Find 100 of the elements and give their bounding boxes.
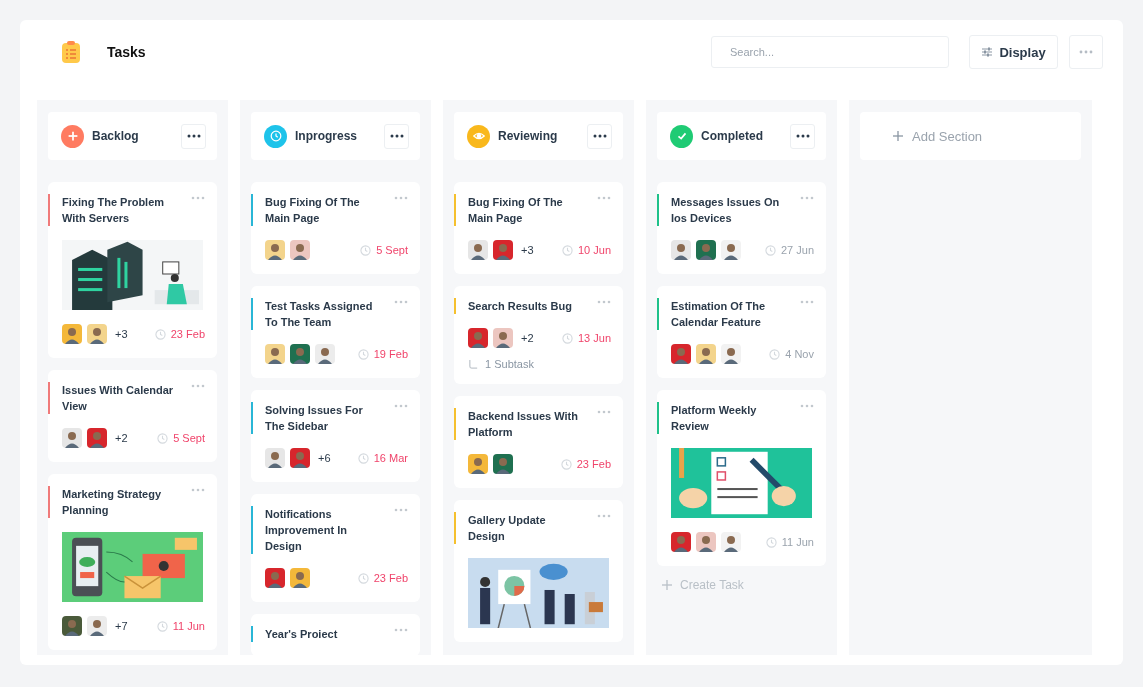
task-title: Bug Fixing Of The Main Page bbox=[468, 195, 564, 226]
task-title: Bug Fixing Of The Main Page bbox=[265, 195, 361, 226]
accent-bar bbox=[657, 298, 659, 330]
more-icon[interactable] bbox=[597, 300, 611, 304]
task-title: Backend Issues With Platform bbox=[468, 409, 579, 440]
more-icon[interactable] bbox=[394, 404, 408, 408]
more-icon[interactable] bbox=[597, 196, 611, 200]
more-icon[interactable] bbox=[394, 196, 408, 200]
task-title: Messages Issues On Ios Devices bbox=[671, 195, 781, 226]
accent-bar bbox=[251, 194, 253, 226]
accent-bar bbox=[251, 506, 253, 554]
accent-bar bbox=[251, 402, 253, 434]
status-icon bbox=[467, 124, 490, 148]
due-date: 27 Jun bbox=[780, 244, 814, 256]
more-icon bbox=[795, 134, 810, 138]
more-icon[interactable] bbox=[191, 196, 205, 200]
more-button[interactable] bbox=[181, 123, 206, 149]
due-date: 11 Jun bbox=[781, 536, 814, 548]
task-card[interactable]: Bug Fixing Of The Main Page +3 10 Jun bbox=[454, 182, 623, 274]
more-icon[interactable] bbox=[394, 508, 408, 512]
clock-icon bbox=[357, 572, 369, 584]
task-title: Estimation Of The Calendar Feature bbox=[671, 299, 767, 330]
task-card[interactable]: Year's Proiect bbox=[251, 614, 420, 655]
task-card[interactable]: Bug Fixing Of The Main Page 5 Sept bbox=[251, 182, 420, 274]
more-button[interactable] bbox=[587, 123, 612, 149]
accent-bar bbox=[454, 512, 456, 544]
clock-icon bbox=[154, 328, 166, 340]
status-icon bbox=[61, 124, 84, 148]
more-icon[interactable] bbox=[800, 404, 814, 408]
clipboard-icon bbox=[61, 40, 81, 64]
more-icon[interactable] bbox=[394, 300, 408, 304]
accent-bar bbox=[454, 194, 456, 226]
clock-icon bbox=[560, 458, 572, 470]
more-icon bbox=[389, 134, 404, 138]
more-icon[interactable] bbox=[597, 410, 611, 414]
task-title: Notifications Improvement In Design bbox=[265, 507, 348, 554]
task-card[interactable]: Solving Issues For The Sidebar +6 16 Mar bbox=[251, 390, 420, 482]
due-date: 23 Feb bbox=[576, 458, 611, 470]
due-date: 11 Jun bbox=[172, 620, 205, 632]
accent-bar bbox=[48, 486, 50, 518]
task-title: Solving Issues For The Sidebar bbox=[265, 403, 364, 434]
search-field[interactable]: Search... bbox=[711, 36, 949, 68]
more-icon bbox=[592, 134, 607, 138]
task-card[interactable]: Test Tasks Assigned To The Team 19 Feb bbox=[251, 286, 420, 378]
due-date: 4 Nov bbox=[785, 348, 814, 360]
task-title: Year's Proiect bbox=[265, 627, 339, 642]
accent-bar bbox=[251, 298, 253, 330]
subtask-icon bbox=[468, 358, 479, 370]
extra-count: +2 bbox=[115, 432, 128, 444]
task-card[interactable]: Search Results Bug +2 13 Jun 1 Subtask bbox=[454, 286, 623, 384]
task-card[interactable]: Marketing Strategy Planning +7 11 Jun bbox=[48, 474, 217, 650]
plus-icon bbox=[661, 579, 673, 591]
extra-count: +3 bbox=[521, 244, 534, 256]
extra-count: +2 bbox=[521, 332, 534, 344]
task-card[interactable]: Messages Issues On Ios Devices 27 Jun bbox=[657, 182, 826, 274]
clock-icon bbox=[360, 244, 372, 256]
more-icon[interactable] bbox=[191, 384, 205, 388]
more-icon bbox=[1079, 50, 1093, 54]
subtask-count: 1 Subtask bbox=[485, 358, 534, 370]
more-icon[interactable] bbox=[191, 488, 205, 492]
accent-bar bbox=[657, 194, 659, 226]
due-date: 23 Feb bbox=[170, 328, 205, 340]
extra-count: +7 bbox=[115, 620, 128, 632]
accent-bar bbox=[48, 194, 50, 226]
display-button[interactable]: Display bbox=[969, 35, 1058, 69]
task-card[interactable]: Gallery Update Design bbox=[454, 500, 623, 642]
status-icon bbox=[264, 124, 287, 148]
task-card[interactable]: Platform Weekly Review 11 Jun bbox=[657, 390, 826, 566]
section-title: Backlog bbox=[92, 129, 140, 143]
accent-bar bbox=[454, 298, 456, 314]
task-card[interactable]: Estimation Of The Calendar Feature 4 Nov bbox=[657, 286, 826, 378]
task-card[interactable]: Fixing The Problem With Servers +3 23 Feb bbox=[48, 182, 217, 358]
more-button[interactable] bbox=[1069, 35, 1103, 69]
more-icon[interactable] bbox=[597, 514, 611, 518]
due-date: 5 Sept bbox=[173, 432, 205, 444]
more-button[interactable] bbox=[384, 123, 409, 149]
task-title: Gallery Update Design bbox=[468, 513, 547, 544]
more-icon[interactable] bbox=[394, 628, 408, 632]
task-title: Search Results Bug bbox=[468, 299, 573, 314]
extra-count: +3 bbox=[115, 328, 128, 340]
more-icon[interactable] bbox=[800, 196, 814, 200]
task-card[interactable]: Backend Issues With Platform 23 Feb bbox=[454, 396, 623, 488]
due-date: 23 Feb bbox=[373, 572, 408, 584]
clock-icon bbox=[561, 244, 573, 256]
page-title: Tasks bbox=[107, 44, 146, 60]
extra-count: +6 bbox=[318, 452, 331, 464]
clock-icon bbox=[156, 620, 168, 632]
clock-icon bbox=[764, 244, 776, 256]
due-date: 16 Mar bbox=[373, 452, 408, 464]
due-date: 13 Jun bbox=[577, 332, 611, 344]
more-icon[interactable] bbox=[800, 300, 814, 304]
status-icon bbox=[670, 124, 693, 148]
task-title: Test Tasks Assigned To The Team bbox=[265, 299, 374, 330]
due-date: 10 Jun bbox=[577, 244, 611, 256]
task-card[interactable]: Notifications Improvement In Design 23 Feb bbox=[251, 494, 420, 602]
clock-icon bbox=[765, 536, 777, 548]
task-card[interactable]: Issues With Calendar View +2 5 Sept bbox=[48, 370, 217, 462]
more-button[interactable] bbox=[790, 123, 815, 149]
accent-bar bbox=[657, 402, 659, 434]
task-title: Fixing The Problem With Servers bbox=[62, 195, 166, 226]
